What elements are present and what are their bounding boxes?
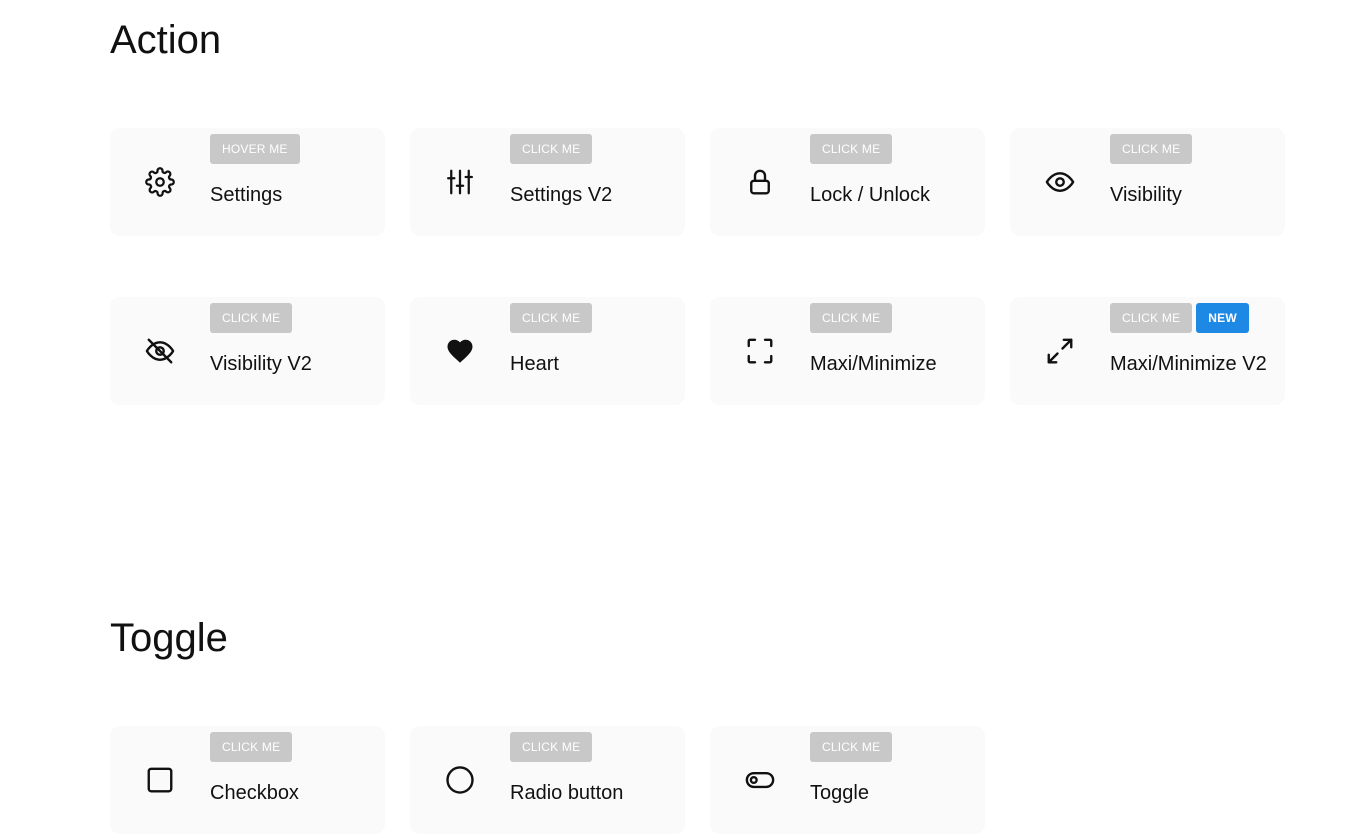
card-visibility-v2[interactable]: CLICK ME Visibility V2 <box>110 297 385 405</box>
new-badge: NEW <box>1196 303 1249 333</box>
card-visibility[interactable]: CLICK ME Visibility <box>1010 128 1285 236</box>
card-label: Visibility <box>1110 184 1182 206</box>
sliders-icon[interactable] <box>445 167 475 197</box>
card-label: Toggle <box>810 782 869 804</box>
click-me-badge[interactable]: CLICK ME <box>1110 303 1193 333</box>
card-label: Maxi/Minimize V2 <box>1110 353 1267 375</box>
click-me-badge[interactable]: CLICK ME <box>510 303 593 333</box>
card-label: Settings <box>210 184 283 206</box>
card-label: Maxi/Minimize <box>810 353 937 375</box>
click-me-badge[interactable]: CLICK ME <box>210 732 293 762</box>
card-heart[interactable]: CLICK ME Heart <box>410 297 685 405</box>
hover-me-badge[interactable]: HOVER ME <box>210 134 300 164</box>
section-title-toggle: Toggle <box>110 616 228 660</box>
lock-icon[interactable] <box>745 167 775 197</box>
card-maxi-minimize-v2[interactable]: CLICK ME NEW Maxi/Minimize V2 <box>1010 297 1285 405</box>
click-me-badge[interactable]: CLICK ME <box>210 303 293 333</box>
card-lock-unlock[interactable]: CLICK ME Lock / Unlock <box>710 128 985 236</box>
fullscreen-corners-icon[interactable] <box>745 336 775 366</box>
card-label: Lock / Unlock <box>810 184 931 206</box>
click-me-badge[interactable]: CLICK ME <box>810 134 893 164</box>
card-label: Checkbox <box>210 782 299 804</box>
card-label: Heart <box>510 353 559 375</box>
click-me-badge[interactable]: CLICK ME <box>810 732 893 762</box>
card-radio-button[interactable]: CLICK ME Radio button <box>410 726 685 834</box>
card-label: Visibility V2 <box>210 353 312 375</box>
eye-icon[interactable] <box>1045 167 1075 197</box>
click-me-badge[interactable]: CLICK ME <box>510 732 593 762</box>
click-me-badge[interactable]: CLICK ME <box>810 303 893 333</box>
card-label: Radio button <box>510 782 624 804</box>
card-checkbox[interactable]: CLICK ME Checkbox <box>110 726 385 834</box>
section-title-action: Action <box>110 18 222 62</box>
card-settings[interactable]: HOVER ME Settings <box>110 128 385 236</box>
expand-arrows-icon[interactable] <box>1045 336 1075 366</box>
gear-icon[interactable] <box>145 167 175 197</box>
card-label: Settings V2 <box>510 184 613 206</box>
eye-off-icon[interactable] <box>145 336 175 366</box>
radio-icon[interactable] <box>445 765 475 795</box>
card-settings-v2[interactable]: CLICK ME Settings V2 <box>410 128 685 236</box>
heart-icon[interactable] <box>445 336 475 366</box>
toggle-switch-icon[interactable] <box>745 765 775 795</box>
card-toggle[interactable]: CLICK ME Toggle <box>710 726 985 834</box>
card-maxi-minimize[interactable]: CLICK ME Maxi/Minimize <box>710 297 985 405</box>
checkbox-icon[interactable] <box>145 765 175 795</box>
click-me-badge[interactable]: CLICK ME <box>1110 134 1193 164</box>
click-me-badge[interactable]: CLICK ME <box>510 134 593 164</box>
